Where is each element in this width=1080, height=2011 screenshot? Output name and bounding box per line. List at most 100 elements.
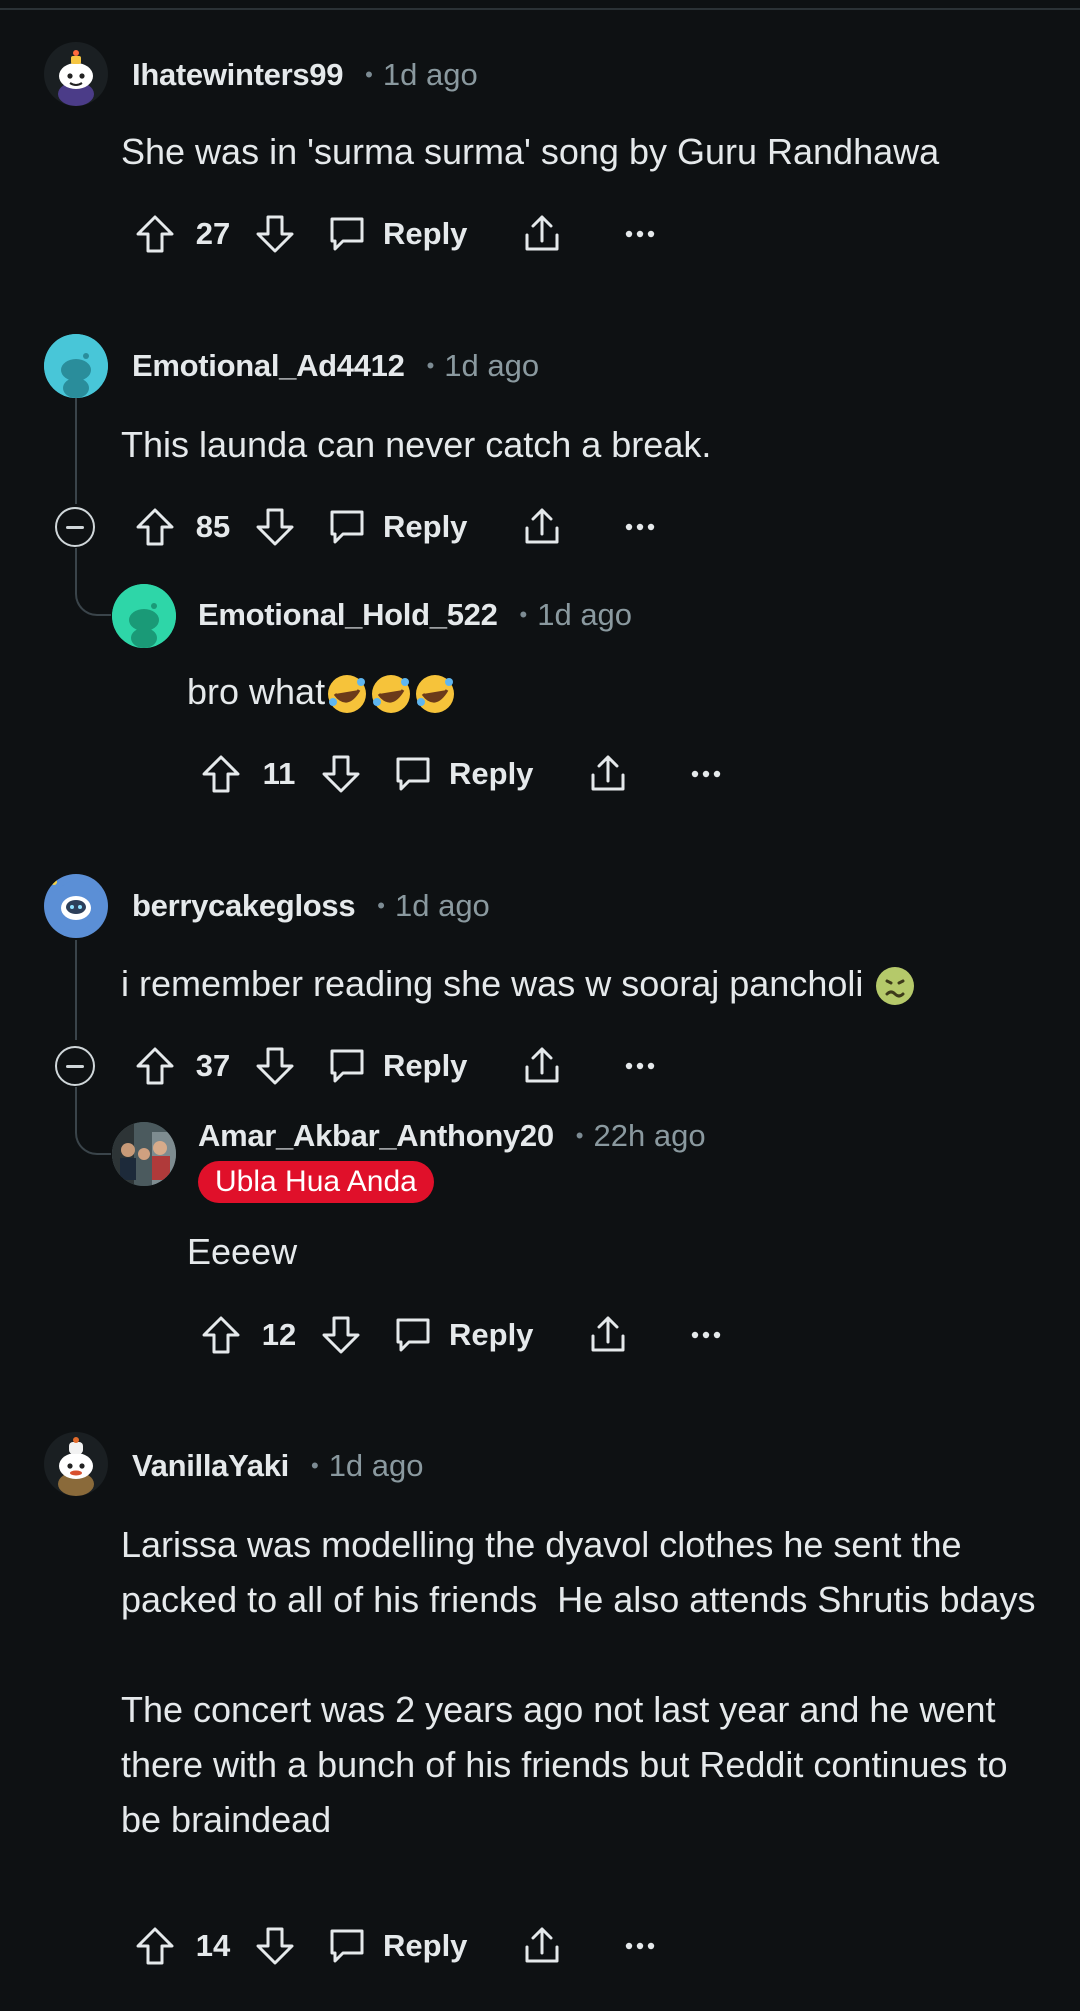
timestamp: 22h ago [593, 1118, 706, 1153]
upvote-icon[interactable] [198, 751, 244, 797]
username[interactable]: Emotional_Hold_522 [198, 597, 498, 633]
snoo-chef-avatar-icon [58, 1437, 94, 1496]
separator-dot: • [575, 1123, 584, 1148]
upvote-icon[interactable] [132, 1923, 178, 1969]
more-options-icon[interactable] [617, 1923, 663, 1969]
vote-count: 11 [262, 756, 296, 791]
upvote-icon[interactable] [132, 504, 178, 550]
user-avatar[interactable] [44, 1432, 108, 1496]
downvote-icon[interactable] [252, 504, 298, 550]
timestamp: 1d ago [382, 57, 478, 92]
username[interactable]: berrycakegloss [132, 888, 356, 924]
comment-actions: 14 Reply [132, 1916, 663, 1976]
timestamp: 1d ago [328, 1448, 424, 1483]
username[interactable]: Ihatewinters99 [132, 57, 343, 93]
comment-header: Amar_Akbar_Anthony20 • 22h ago [198, 1116, 706, 1156]
downvote-icon[interactable] [252, 1923, 298, 1969]
downvote-icon[interactable] [318, 1312, 364, 1358]
comment-body: Larissa was modelling the dyavol clothes… [121, 1524, 1036, 1840]
downvote-icon[interactable] [252, 211, 298, 257]
share-icon[interactable] [585, 1312, 631, 1358]
username[interactable]: Emotional_Ad4412 [132, 348, 405, 384]
comment-body: Eeeew [187, 1231, 298, 1272]
share-icon[interactable] [519, 1043, 565, 1089]
nauseated-face-emoji [876, 967, 915, 1006]
more-options-icon[interactable] [683, 1312, 729, 1358]
reply-label: Reply [449, 1317, 534, 1352]
comment-actions: 11 Reply [198, 744, 729, 804]
reply-label: Reply [383, 1048, 468, 1083]
separator-dot: • [310, 1453, 319, 1478]
user-avatar[interactable] [44, 334, 108, 398]
reply-button[interactable]: Reply [324, 1043, 467, 1089]
thread-line [75, 940, 77, 1040]
thread-connector [75, 548, 111, 616]
timestamp: 1d ago [444, 348, 540, 383]
separator-dot: • [377, 893, 385, 918]
vote-count: 37 [195, 1048, 231, 1083]
collapse-thread-button[interactable] [55, 1046, 95, 1086]
comment-actions: 12 Reply [198, 1305, 729, 1365]
more-options-icon[interactable] [617, 504, 663, 550]
user-flair-badge: Ubla Hua Anda [198, 1161, 434, 1203]
rolling-on-floor-laughing-emoji [416, 675, 455, 714]
username[interactable]: VanillaYaki [132, 1448, 289, 1484]
upvote-icon[interactable] [198, 1312, 244, 1358]
share-icon[interactable] [585, 751, 631, 797]
user-avatar[interactable] [112, 1122, 176, 1186]
timestamp: 1d ago [394, 888, 490, 923]
downvote-icon[interactable] [252, 1043, 298, 1089]
snoo-crown-avatar-icon [58, 50, 94, 106]
downvote-icon[interactable] [318, 751, 364, 797]
share-icon[interactable] [519, 211, 565, 257]
reply-icon [324, 504, 370, 550]
vote-count: 27 [195, 216, 231, 251]
reply-label: Reply [383, 216, 468, 251]
more-options-icon[interactable] [683, 751, 729, 797]
comment-body: She was in 'surma surma' song by Guru Ra… [121, 131, 940, 172]
reply-icon [324, 1923, 370, 1969]
timestamp: 1d ago [537, 597, 633, 632]
upvote-icon[interactable] [132, 211, 178, 257]
user-avatar[interactable] [112, 584, 176, 648]
rolling-on-floor-laughing-emoji [372, 675, 411, 714]
snoo-teal-avatar-icon [44, 334, 108, 398]
comment-actions: 85 Reply [132, 497, 663, 557]
comment-body: i remember reading she was w sooraj panc… [121, 956, 1041, 1011]
reply-icon [324, 211, 370, 257]
reply-button[interactable]: Reply [390, 751, 533, 797]
reply-button[interactable]: Reply [324, 1923, 467, 1969]
comment-header: Ihatewinters99 • 1d ago [132, 55, 478, 95]
user-avatar[interactable] [44, 42, 108, 106]
separator-dot: • [519, 602, 528, 627]
user-avatar[interactable] [44, 874, 108, 938]
username[interactable]: Amar_Akbar_Anthony20 [198, 1118, 554, 1154]
comment-header: Emotional_Hold_522 • 1d ago [198, 595, 632, 635]
separator-dot: • [426, 353, 435, 378]
reply-label: Reply [383, 509, 468, 544]
more-options-icon[interactable] [617, 211, 663, 257]
comment-header: berrycakegloss • 1d ago [132, 886, 490, 926]
reply-button[interactable]: Reply [324, 211, 467, 257]
collapse-thread-button[interactable] [55, 507, 95, 547]
reply-button[interactable]: Reply [390, 1312, 533, 1358]
comment-actions: 37 Reply [132, 1036, 663, 1096]
share-icon[interactable] [519, 1923, 565, 1969]
reply-icon [390, 1312, 436, 1358]
reply-icon [390, 751, 436, 797]
reply-label: Reply [383, 1928, 468, 1963]
reply-label: Reply [449, 756, 534, 791]
more-options-icon[interactable] [617, 1043, 663, 1089]
rolling-on-floor-laughing-emoji [328, 675, 367, 714]
photo-avatar-icon [112, 1122, 176, 1186]
vote-count: 14 [195, 1928, 231, 1963]
comment-body-text: i remember reading she was w sooraj panc… [121, 963, 864, 1004]
snoo-astronaut-avatar-icon [51, 878, 100, 934]
share-icon[interactable] [519, 504, 565, 550]
minus-icon [66, 525, 84, 529]
thread-line [75, 382, 77, 504]
reply-button[interactable]: Reply [324, 504, 467, 550]
separator-dot: • [365, 62, 373, 87]
upvote-icon[interactable] [132, 1043, 178, 1089]
comment-body-text: bro what [187, 671, 326, 712]
